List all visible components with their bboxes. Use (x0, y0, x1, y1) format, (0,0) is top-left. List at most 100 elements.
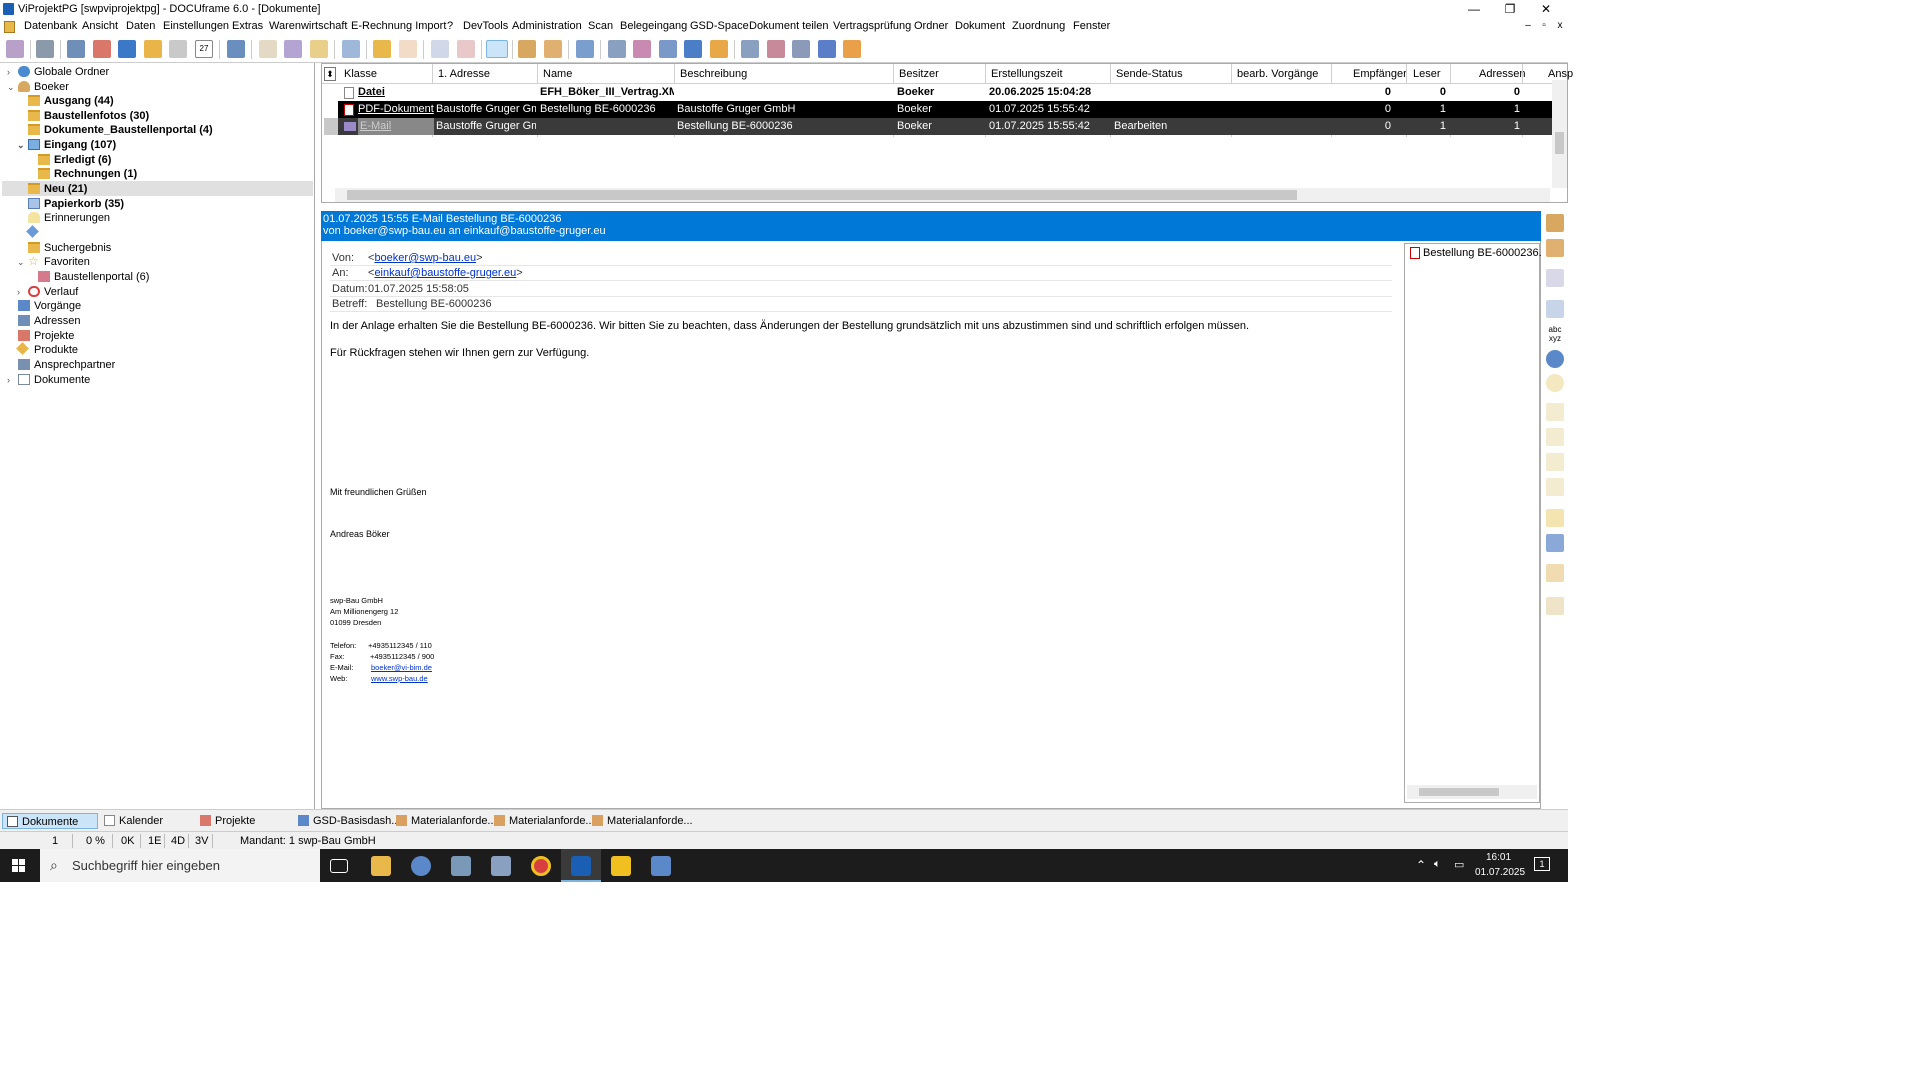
user-assign-icon[interactable] (1546, 214, 1564, 232)
assign-address-icon[interactable] (608, 40, 626, 58)
menu-extras[interactable]: Extras (232, 20, 263, 32)
documents-icon[interactable] (169, 40, 187, 58)
database-icon[interactable] (6, 40, 24, 58)
file-explorer-icon[interactable] (371, 856, 391, 876)
collapse-arrow-icon[interactable]: ⌄ (7, 80, 15, 94)
menu-scan[interactable]: Scan (588, 20, 613, 32)
mdi-minimize-button[interactable]: – (1522, 20, 1534, 31)
menu-fenster[interactable]: Fenster (1073, 20, 1110, 32)
web-icon[interactable] (1546, 350, 1564, 368)
tray-chevron-icon[interactable]: ⌃ (1416, 858, 1426, 872)
notification-icon[interactable]: 1 (1534, 857, 1550, 871)
menu-belegeingang[interactable]: Belegeingang (620, 20, 687, 32)
menu-daten[interactable]: Daten (126, 20, 155, 32)
save-icon[interactable] (1546, 534, 1564, 552)
windows-start-icon[interactable] (12, 859, 26, 873)
von-link[interactable]: boeker@swp-bau.eu (374, 252, 476, 264)
user-settings-icon[interactable] (544, 40, 562, 58)
remove-contact-icon[interactable] (792, 40, 810, 58)
address-card-icon[interactable] (67, 40, 85, 58)
tab-materialanforderung-2[interactable]: Materialanforde... (494, 813, 595, 829)
app-icon-3[interactable] (651, 856, 671, 876)
remove-product-icon[interactable] (843, 40, 861, 58)
new-email-icon[interactable] (284, 40, 302, 58)
remove-book-icon[interactable] (818, 40, 836, 58)
tab-dokumente[interactable]: Dokumente (2, 813, 98, 829)
collapse-arrow-icon[interactable]: ⌄ (17, 138, 25, 152)
expand-arrow-icon[interactable]: › (7, 373, 10, 387)
menu-ansicht[interactable]: Ansicht (82, 20, 118, 32)
col-header-ansp[interactable]: Ansp (1548, 68, 1573, 80)
tab-gsd-basisdash[interactable]: GSD-Basisdash... (298, 813, 400, 829)
signature-web-link[interactable]: www.swp-bau.de (371, 674, 428, 683)
signature-mail-link[interactable]: boeker@vi-bim.de (371, 663, 432, 672)
assign-project-icon[interactable] (633, 40, 651, 58)
col-header-empfaenger[interactable]: Empfänger (1353, 68, 1407, 80)
attachment-scrollbar[interactable] (1407, 785, 1537, 799)
an-link[interactable]: einkauf@baustoffe-gruger.eu (374, 267, 516, 279)
pin-icon[interactable] (576, 40, 594, 58)
product-tag-icon[interactable] (144, 40, 162, 58)
mdi-restore-button[interactable]: ▫ (1538, 20, 1550, 31)
menu-dokument-teilen[interactable]: Dokument teilen (749, 20, 829, 32)
folder-open-icon[interactable] (373, 40, 391, 58)
col-header-klasse[interactable]: Klasse (344, 68, 377, 80)
app-icon-2[interactable] (491, 856, 511, 876)
menu-devtools[interactable]: DevTools (463, 20, 508, 32)
menu-zuordnung[interactable]: Zuordnung (1012, 20, 1065, 32)
sort-icon[interactable]: ⬍ (324, 67, 336, 81)
menu-administration[interactable]: Administration (512, 20, 582, 32)
reply-icon[interactable] (1546, 403, 1564, 421)
scrollbar-thumb[interactable] (347, 190, 1297, 200)
clock-time[interactable]: 16:01 (1486, 852, 1511, 863)
folder-new-icon[interactable] (399, 40, 417, 58)
print-icon[interactable] (36, 40, 54, 58)
reply-all-icon[interactable] (1546, 428, 1564, 446)
tab-kalender[interactable]: Kalender (104, 813, 163, 829)
taskbar-search-input[interactable]: ⌕ Suchbegriff hier eingeben (40, 849, 320, 882)
maximize-button[interactable]: ❐ (1496, 1, 1524, 17)
menu-dokument[interactable]: Dokument (955, 20, 1005, 32)
clock-date[interactable]: 01.07.2025 (1475, 867, 1525, 878)
contact-card-icon[interactable] (1546, 597, 1564, 615)
col-header-besitzer[interactable]: Besitzer (899, 68, 939, 80)
scrollbar-thumb[interactable] (1555, 132, 1564, 154)
cell-klasse[interactable]: PDF-Dokument (358, 101, 434, 118)
assign-contact-icon[interactable] (659, 40, 677, 58)
menu-vertragspruefung[interactable]: Vertragsprüfung (833, 20, 911, 32)
menu-datenbank[interactable]: Datenbank (24, 20, 77, 32)
volume-icon[interactable]: 🔈︎ (1434, 858, 1441, 871)
project-tree-icon[interactable] (93, 40, 111, 58)
cell-klasse[interactable]: E-Mail (358, 118, 434, 135)
menu-e-rechnung-import[interactable]: E-Rechnung Import (351, 20, 446, 32)
col-header-adressen[interactable]: Adressen (1479, 68, 1525, 80)
attach-document-icon[interactable] (1546, 300, 1564, 318)
search-icon[interactable] (342, 40, 360, 58)
col-header-beschreibung[interactable]: Beschreibung (680, 68, 747, 80)
spellcheck-icon[interactable]: abc xyz (1546, 325, 1564, 343)
table-row[interactable]: PDF-Dokument Baustoffe Gruger GmbH Beste… (338, 101, 1552, 118)
table-row[interactable]: Datei EFH_Böker_III_Vertrag.XML.v Boeker… (338, 84, 1552, 101)
tab-materialanforderung-3[interactable]: Materialanforde... (592, 813, 693, 829)
minimize-button[interactable]: — (1460, 1, 1488, 17)
docuframe-icon[interactable] (571, 856, 591, 876)
phone-icon[interactable] (227, 40, 245, 58)
chrome-icon[interactable] (531, 856, 551, 876)
new-letter-icon[interactable] (310, 40, 328, 58)
col-header-bearb-vorgaenge[interactable]: bearb. Vorgänge (1237, 68, 1318, 80)
remove-project-icon[interactable] (767, 40, 785, 58)
tab-materialanforderung-1[interactable]: Materialanforde... (396, 813, 497, 829)
mdi-close-button[interactable]: x (1554, 20, 1566, 31)
col-header-name[interactable]: Name (543, 68, 572, 80)
app-icon-1[interactable] (451, 856, 471, 876)
attachment-item[interactable]: Bestellung BE-6000236.pdf (1423, 247, 1557, 259)
layout-icon[interactable] (1546, 269, 1564, 287)
mail-send-icon[interactable] (1546, 478, 1564, 496)
user-group-icon[interactable] (518, 40, 536, 58)
import-icon[interactable] (431, 40, 449, 58)
delete-document-icon[interactable] (457, 40, 475, 58)
expand-arrow-icon[interactable]: › (17, 285, 20, 299)
network-icon[interactable]: ▭ (1454, 858, 1464, 871)
book-icon[interactable] (118, 40, 136, 58)
powerbi-icon[interactable] (611, 856, 631, 876)
